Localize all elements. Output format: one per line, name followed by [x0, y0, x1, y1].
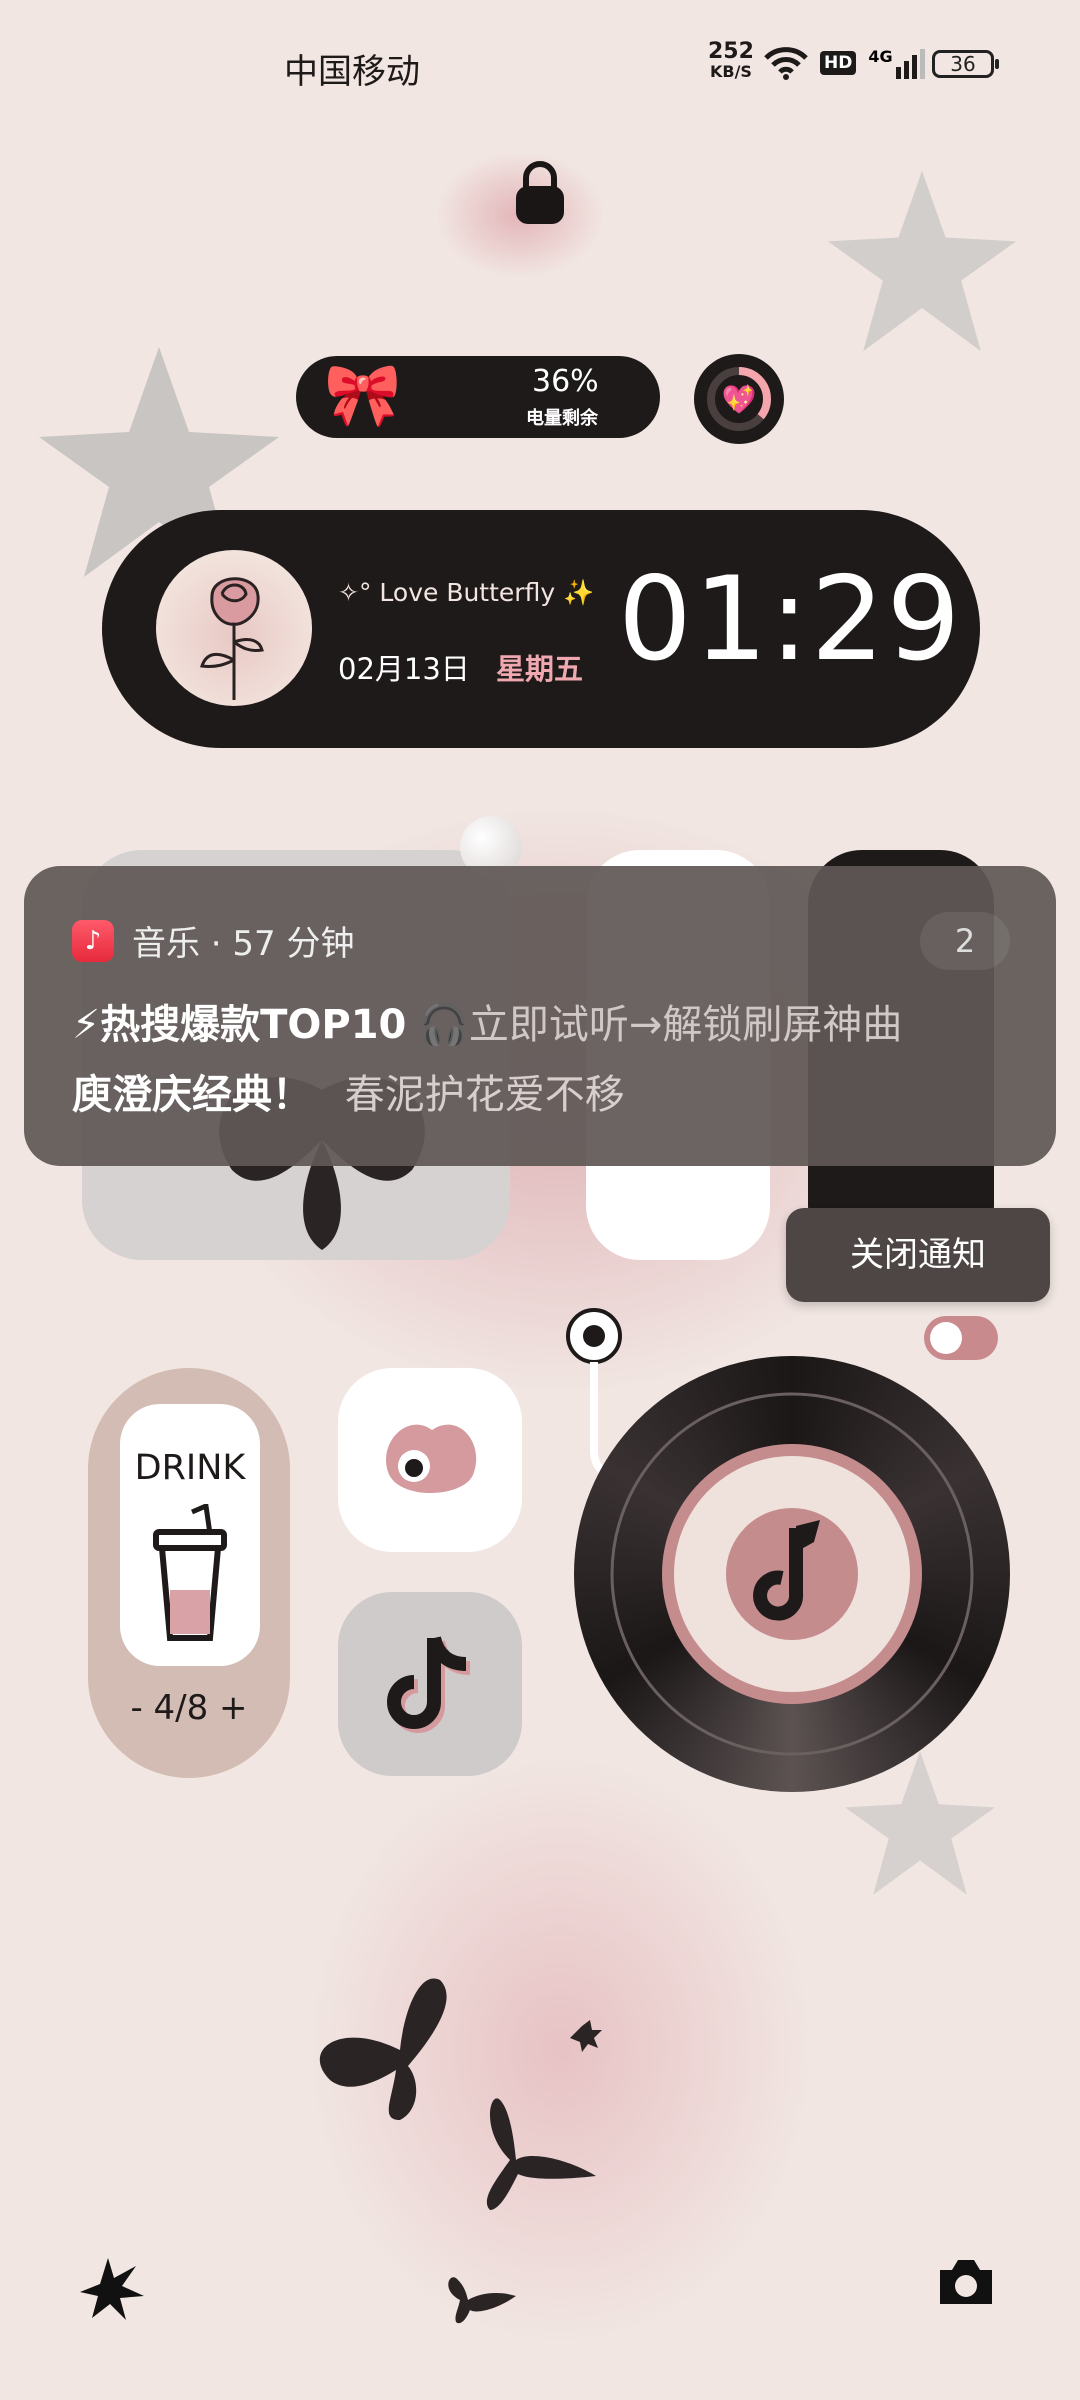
drink-label: DRINK — [134, 1448, 246, 1488]
wifi-icon — [764, 47, 808, 80]
glitter-star-decoration — [827, 170, 1017, 352]
notification-count[interactable]: 2 — [920, 912, 1010, 970]
notification-app-time: 音乐 · 57 分钟 — [132, 924, 355, 964]
cup-icon — [153, 1504, 227, 1641]
drink-counter[interactable]: - 4/8 + — [88, 1688, 290, 1728]
network-type: 4G — [868, 47, 893, 66]
notification-body-bold: 庾澄庆经典！ — [72, 1072, 312, 1118]
status-icons: HD 4G — [764, 46, 925, 80]
status-bar: 中国移动 252 KB/S HD 4G 36 — [0, 36, 1080, 96]
weekday-label: 星期五 — [496, 652, 584, 686]
rose-icon — [200, 577, 264, 700]
music-notification[interactable]: ♪ 音乐 · 57 分钟 2 ⚡热搜爆款TOP10 🎧立即试听→解锁刷屏神曲 庾… — [24, 866, 1056, 1166]
sparkle-icon: ✧° — [338, 578, 372, 607]
battery-indicator: 36 — [932, 50, 999, 78]
date-label: 02月13日 — [338, 652, 470, 686]
network-speed-unit: KB/S — [709, 62, 752, 81]
battery-percent: 36% — [532, 364, 599, 399]
battery-ring-widget[interactable]: 💖 — [694, 354, 784, 444]
carrier-name: 中国移动 — [284, 52, 420, 92]
battery-label: 电量剩余 — [526, 408, 598, 429]
vinyl-record-widget[interactable] — [574, 1356, 1010, 1792]
sparkles-icon: ✨ — [563, 578, 595, 607]
shell-app-icon[interactable] — [338, 1368, 522, 1552]
shortcut-star-icon[interactable] — [78, 2256, 146, 2322]
vinyl-record-icon — [610, 1392, 974, 1756]
rose-avatar — [156, 550, 312, 706]
signal-icon: 4G — [868, 47, 925, 79]
notification-body-rest: 春泥护花爱不移 — [344, 1072, 625, 1118]
heart-ring-icon: 💖 — [707, 367, 771, 431]
notification-title: ⚡热搜爆款TOP10 🎧立即试听→解锁刷屏神曲 — [72, 992, 902, 1050]
network-speed-value: 252 — [708, 39, 754, 64]
notification-title-bold: ⚡热搜爆款TOP10 — [72, 1002, 407, 1048]
hd-badge: HD — [820, 51, 857, 75]
notification-title-rest: 🎧立即试听→解锁刷屏神曲 — [419, 1002, 903, 1048]
music-app-icon: ♪ — [72, 920, 114, 962]
notification-body: 庾澄庆经典！ 春泥护花爱不移 — [72, 1062, 625, 1120]
bow-icon: 🎀 — [324, 358, 402, 431]
tiktok-app-icon[interactable] — [338, 1592, 522, 1776]
camera-icon[interactable] — [936, 2256, 996, 2308]
battery-widget[interactable]: 🎀 36% 电量剩余 — [296, 356, 660, 438]
network-speed: 252 KB/S — [708, 39, 754, 82]
widget-title: ✧° Love Butterfly ✨ — [338, 578, 595, 607]
drink-widget[interactable]: DRINK - 4/8 + — [88, 1368, 290, 1778]
drink-card: DRINK — [120, 1404, 260, 1666]
toggle-switch[interactable] — [924, 1316, 998, 1360]
lock-icon — [516, 161, 564, 224]
svg-text:💖: 💖 — [722, 383, 757, 416]
butterflies-decoration — [319, 1978, 602, 2324]
clock-time: 01:29 — [618, 552, 963, 687]
clock-widget[interactable]: ✧° Love Butterfly ✨ 02月13日 星期五 01:29 — [102, 510, 980, 748]
close-notification-button[interactable]: 关闭通知 — [786, 1208, 1050, 1302]
